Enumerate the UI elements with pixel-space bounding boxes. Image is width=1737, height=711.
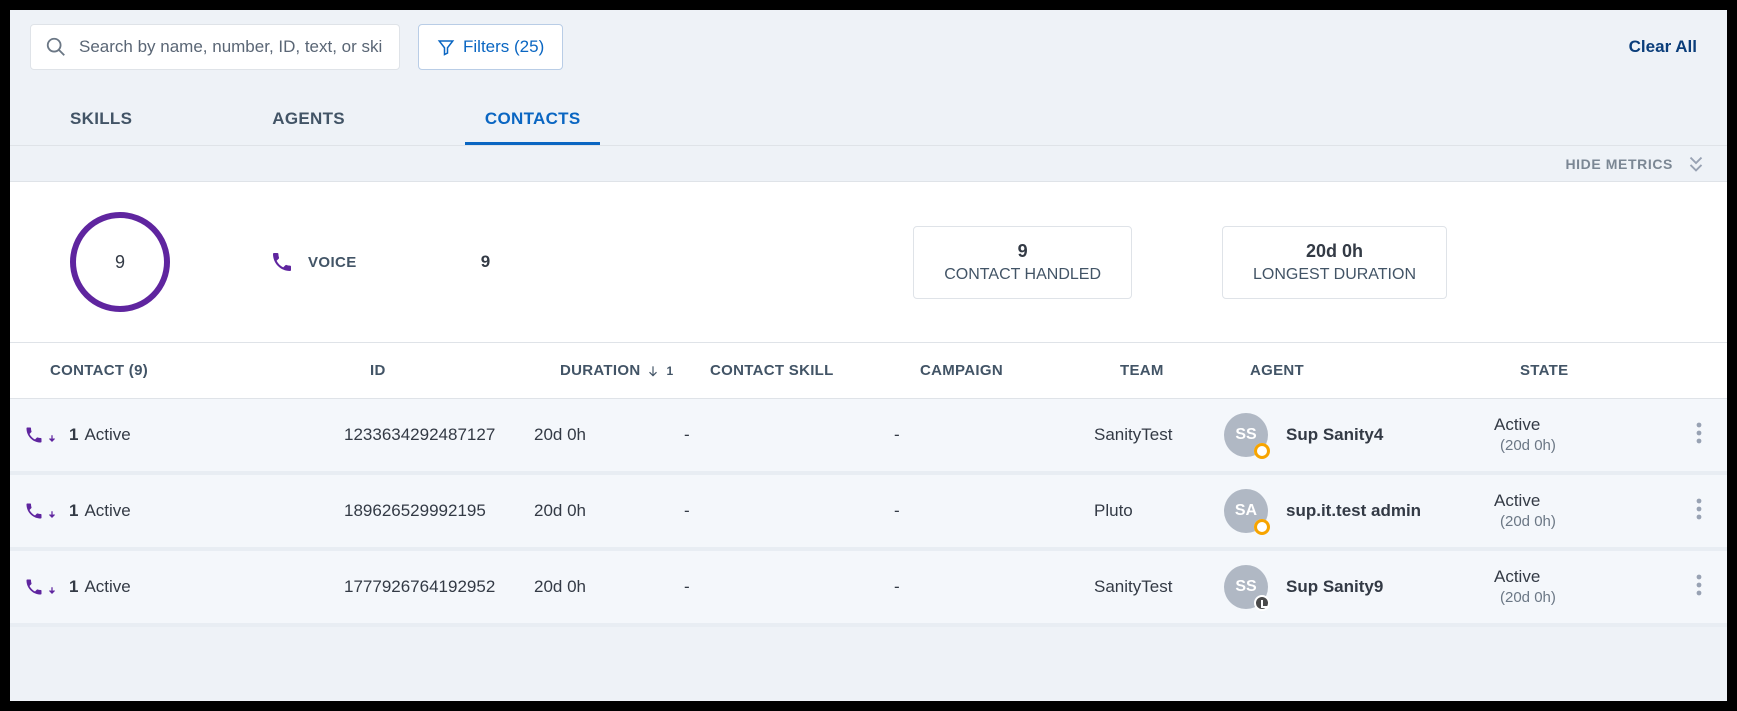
skill-cell: - [684, 501, 894, 521]
agent-cell: SA sup.it.test admin [1224, 489, 1494, 533]
voice-count: 9 [481, 252, 490, 272]
arrow-down-icon [646, 364, 660, 378]
agent-name: sup.it.test admin [1286, 501, 1421, 521]
id-cell: 189626529992195 [344, 501, 534, 521]
contact-count: 1 [69, 501, 78, 521]
agent-cell: SS Sup Sanity4 [1224, 413, 1494, 457]
avatar: SS [1224, 413, 1268, 457]
metric-label: CONTACT HANDLED [944, 266, 1101, 284]
campaign-cell: - [894, 577, 1094, 597]
id-cell: 1777926764192952 [344, 577, 534, 597]
search-icon [45, 36, 67, 58]
phone-icon [24, 425, 44, 445]
metric-value: 9 [944, 241, 1101, 262]
skill-cell: - [684, 425, 894, 445]
filters-button-label: Filters (25) [463, 37, 544, 57]
row-menu-button[interactable] [1696, 574, 1702, 601]
table-row[interactable]: 1 Active18962652999219520d 0h--PlutoSAsu… [10, 475, 1727, 551]
metrics-panel: 9 VOICE 9 9 CONTACT HANDLED 20d 0h LONGE… [10, 182, 1727, 343]
phone-icon [24, 577, 44, 597]
status-badge [1254, 519, 1270, 535]
clear-all-link[interactable]: Clear All [1629, 37, 1707, 57]
hide-metrics-label: HIDE METRICS [1565, 156, 1673, 172]
col-state[interactable]: STATE [1520, 362, 1700, 379]
phone-icon [270, 250, 294, 274]
col-team[interactable]: TEAM [1120, 362, 1250, 379]
avatar: SA [1224, 489, 1268, 533]
duration-cell: 20d 0h [534, 425, 684, 445]
col-contact[interactable]: CONTACT (9) [50, 362, 370, 379]
campaign-cell: - [894, 501, 1094, 521]
contact-count: 1 [69, 425, 78, 445]
phone-icon [24, 501, 44, 521]
row-menu-button[interactable] [1696, 422, 1702, 449]
contact-status: Active [84, 501, 130, 521]
hide-metrics-toggle[interactable]: HIDE METRICS [10, 146, 1727, 182]
duration-cell: 20d 0h [534, 501, 684, 521]
agent-cell: SS Sup Sanity9 [1224, 565, 1494, 609]
state-cell: Active(20d 0h) [1494, 566, 1674, 608]
duration-cell: 20d 0h [534, 577, 684, 597]
metric-card-longest-duration: 20d 0h LONGEST DURATION [1222, 226, 1447, 299]
team-cell: Pluto [1094, 501, 1224, 521]
tab-skills[interactable]: SKILLS [50, 93, 152, 145]
filter-icon [437, 38, 455, 56]
state-cell: Active(20d 0h) [1494, 490, 1674, 532]
metric-label: LONGEST DURATION [1253, 266, 1416, 284]
contact-cell: 1 Active [24, 577, 344, 597]
agent-name: Sup Sanity9 [1286, 577, 1383, 597]
team-cell: SanityTest [1094, 425, 1224, 445]
skill-cell: - [684, 577, 894, 597]
col-agent[interactable]: AGENT [1250, 362, 1520, 379]
tab-bar: SKILLS AGENTS CONTACTS [10, 90, 1727, 146]
metric-value: 20d 0h [1253, 241, 1416, 262]
tab-contacts[interactable]: CONTACTS [465, 93, 601, 145]
metric-card-contact-handled: 9 CONTACT HANDLED [913, 226, 1132, 299]
filters-button[interactable]: Filters (25) [418, 24, 563, 70]
state-cell: Active(20d 0h) [1494, 414, 1674, 456]
col-campaign[interactable]: CAMPAIGN [920, 362, 1120, 379]
chevron-double-down-icon [1685, 153, 1707, 175]
filter-bar: Filters (25) Clear All [10, 10, 1727, 90]
contact-count: 1 [69, 577, 78, 597]
col-duration[interactable]: DURATION 1 [560, 362, 710, 379]
tab-agents[interactable]: AGENTS [252, 93, 365, 145]
table-row[interactable]: 1 Active177792676419295220d 0h--SanityTe… [10, 551, 1727, 627]
contact-status: Active [84, 577, 130, 597]
contact-cell: 1 Active [24, 501, 344, 521]
arrow-down-icon [47, 586, 57, 596]
table-header: CONTACT (9) ID DURATION 1 CONTACT SKILL … [10, 343, 1727, 399]
campaign-cell: - [894, 425, 1094, 445]
contact-status: Active [84, 425, 130, 445]
contact-cell: 1 Active [24, 425, 344, 445]
col-skill[interactable]: CONTACT SKILL [710, 362, 920, 379]
status-badge [1254, 595, 1270, 611]
search-input[interactable] [77, 36, 385, 58]
row-menu-button[interactable] [1696, 498, 1702, 525]
avatar: SS [1224, 565, 1268, 609]
table-row[interactable]: 1 Active123363429248712720d 0h--SanityTe… [10, 399, 1727, 475]
voice-metric: VOICE 9 [270, 250, 490, 274]
agent-name: Sup Sanity4 [1286, 425, 1383, 445]
arrow-down-icon [47, 434, 57, 444]
team-cell: SanityTest [1094, 577, 1224, 597]
voice-label: VOICE [308, 254, 357, 271]
status-badge [1254, 443, 1270, 459]
col-id[interactable]: ID [370, 362, 560, 379]
id-cell: 1233634292487127 [344, 425, 534, 445]
metrics-ring: 9 [70, 212, 170, 312]
search-input-wrapper[interactable] [30, 24, 400, 70]
arrow-down-icon [47, 510, 57, 520]
